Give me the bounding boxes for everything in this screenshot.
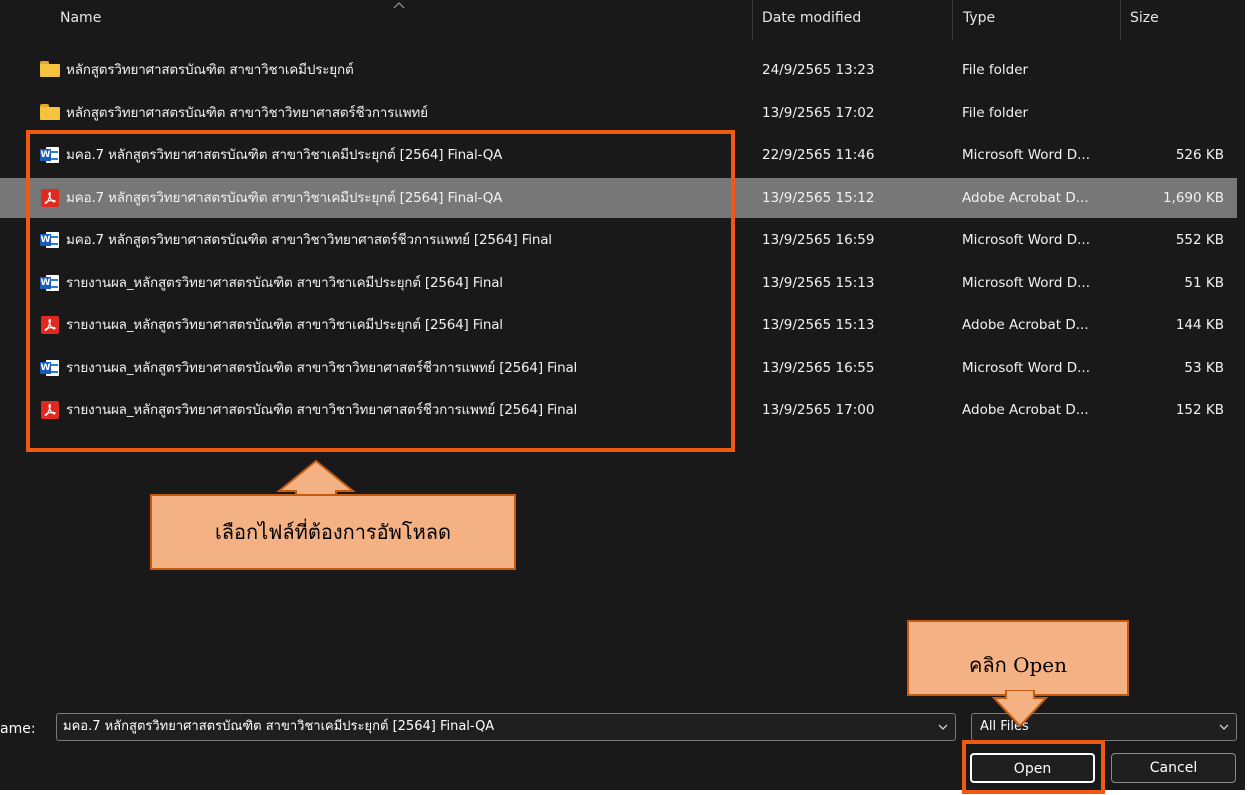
file-type-cell: Microsoft Word D...: [962, 274, 1090, 291]
file-name-cell: หลักสูตรวิทยาศาสตรบัณฑิต สาขาวิชาเคมีประ…: [66, 62, 354, 78]
date-modified-cell: 13/9/2565 17:00: [762, 402, 875, 418]
file-row[interactable]: หลักสูตรวิทยาศาสตรบัณฑิต สาขาวิชาวิทยาศา…: [0, 93, 1237, 133]
file-type-cell: File folder: [962, 104, 1029, 121]
date-modified-cell: 24/9/2565 13:23: [762, 62, 875, 78]
select-files-callout: เลือกไฟล์ที่ต้องการอัพโหลด: [150, 494, 516, 570]
date-modified-cell: 13/9/2565 15:13: [762, 317, 875, 333]
column-header-name[interactable]: Name: [52, 0, 752, 40]
column-divider[interactable]: [1120, 0, 1121, 40]
open-button-highlight-box: [962, 740, 1105, 794]
column-header-date-modified[interactable]: Date modified: [754, 0, 950, 40]
chevron-down-icon[interactable]: [937, 722, 949, 732]
file-name-label: ame:: [0, 721, 36, 737]
file-size-cell: 152 KB: [1175, 402, 1224, 418]
file-selection-highlight-box: [26, 130, 735, 452]
file-size-cell: 53 KB: [1184, 359, 1224, 376]
file-type-cell: Adobe Acrobat D...: [962, 317, 1089, 333]
date-modified-cell: 13/9/2565 16:55: [762, 359, 875, 376]
file-row[interactable]: หลักสูตรวิทยาศาสตรบัณฑิต สาขาวิชาเคมีประ…: [0, 50, 1237, 90]
date-modified-cell: 13/9/2565 15:13: [762, 274, 875, 291]
file-name-value: มคอ.7 หลักสูตรวิทยาศาสตรบัณฑิต สาขาวิชาเ…: [63, 719, 495, 734]
file-type-cell: Adobe Acrobat D...: [962, 402, 1089, 418]
column-header-bar: Name Date modified Type Size: [0, 0, 1245, 40]
file-name-input[interactable]: มคอ.7 หลักสูตรวิทยาศาสตรบัณฑิต สาขาวิชาเ…: [56, 713, 956, 741]
column-header-type[interactable]: Type: [955, 0, 1119, 40]
column-header-size[interactable]: Size: [1122, 0, 1242, 40]
file-type-cell: Microsoft Word D...: [962, 359, 1090, 376]
cancel-button[interactable]: Cancel: [1111, 753, 1236, 783]
date-modified-cell: 13/9/2565 16:59: [762, 232, 875, 248]
chevron-down-icon: [1219, 724, 1229, 730]
column-divider[interactable]: [952, 0, 953, 40]
file-type-cell: File folder: [962, 62, 1029, 78]
date-modified-cell: 13/9/2565 15:12: [762, 189, 875, 206]
file-type-cell: Adobe Acrobat D...: [962, 189, 1089, 206]
column-divider[interactable]: [752, 0, 753, 40]
file-name-cell: หลักสูตรวิทยาศาสตรบัณฑิต สาขาวิชาวิทยาศา…: [66, 104, 428, 121]
folder-icon: [40, 61, 60, 79]
file-size-cell: 51 KB: [1184, 274, 1224, 291]
click-open-callout: คลิก Open: [907, 620, 1129, 696]
date-modified-cell: 22/9/2565 11:46: [762, 147, 875, 163]
date-modified-cell: 13/9/2565 17:02: [762, 104, 875, 121]
file-type-cell: Microsoft Word D...: [962, 232, 1090, 248]
file-size-cell: 1,690 KB: [1162, 189, 1224, 206]
file-type-cell: Microsoft Word D...: [962, 147, 1090, 163]
file-size-cell: 552 KB: [1175, 232, 1224, 248]
click-open-callout-arrow: [991, 690, 1049, 728]
folder-icon: [40, 103, 60, 122]
file-size-cell: 144 KB: [1175, 317, 1224, 333]
file-size-cell: 526 KB: [1175, 147, 1224, 163]
